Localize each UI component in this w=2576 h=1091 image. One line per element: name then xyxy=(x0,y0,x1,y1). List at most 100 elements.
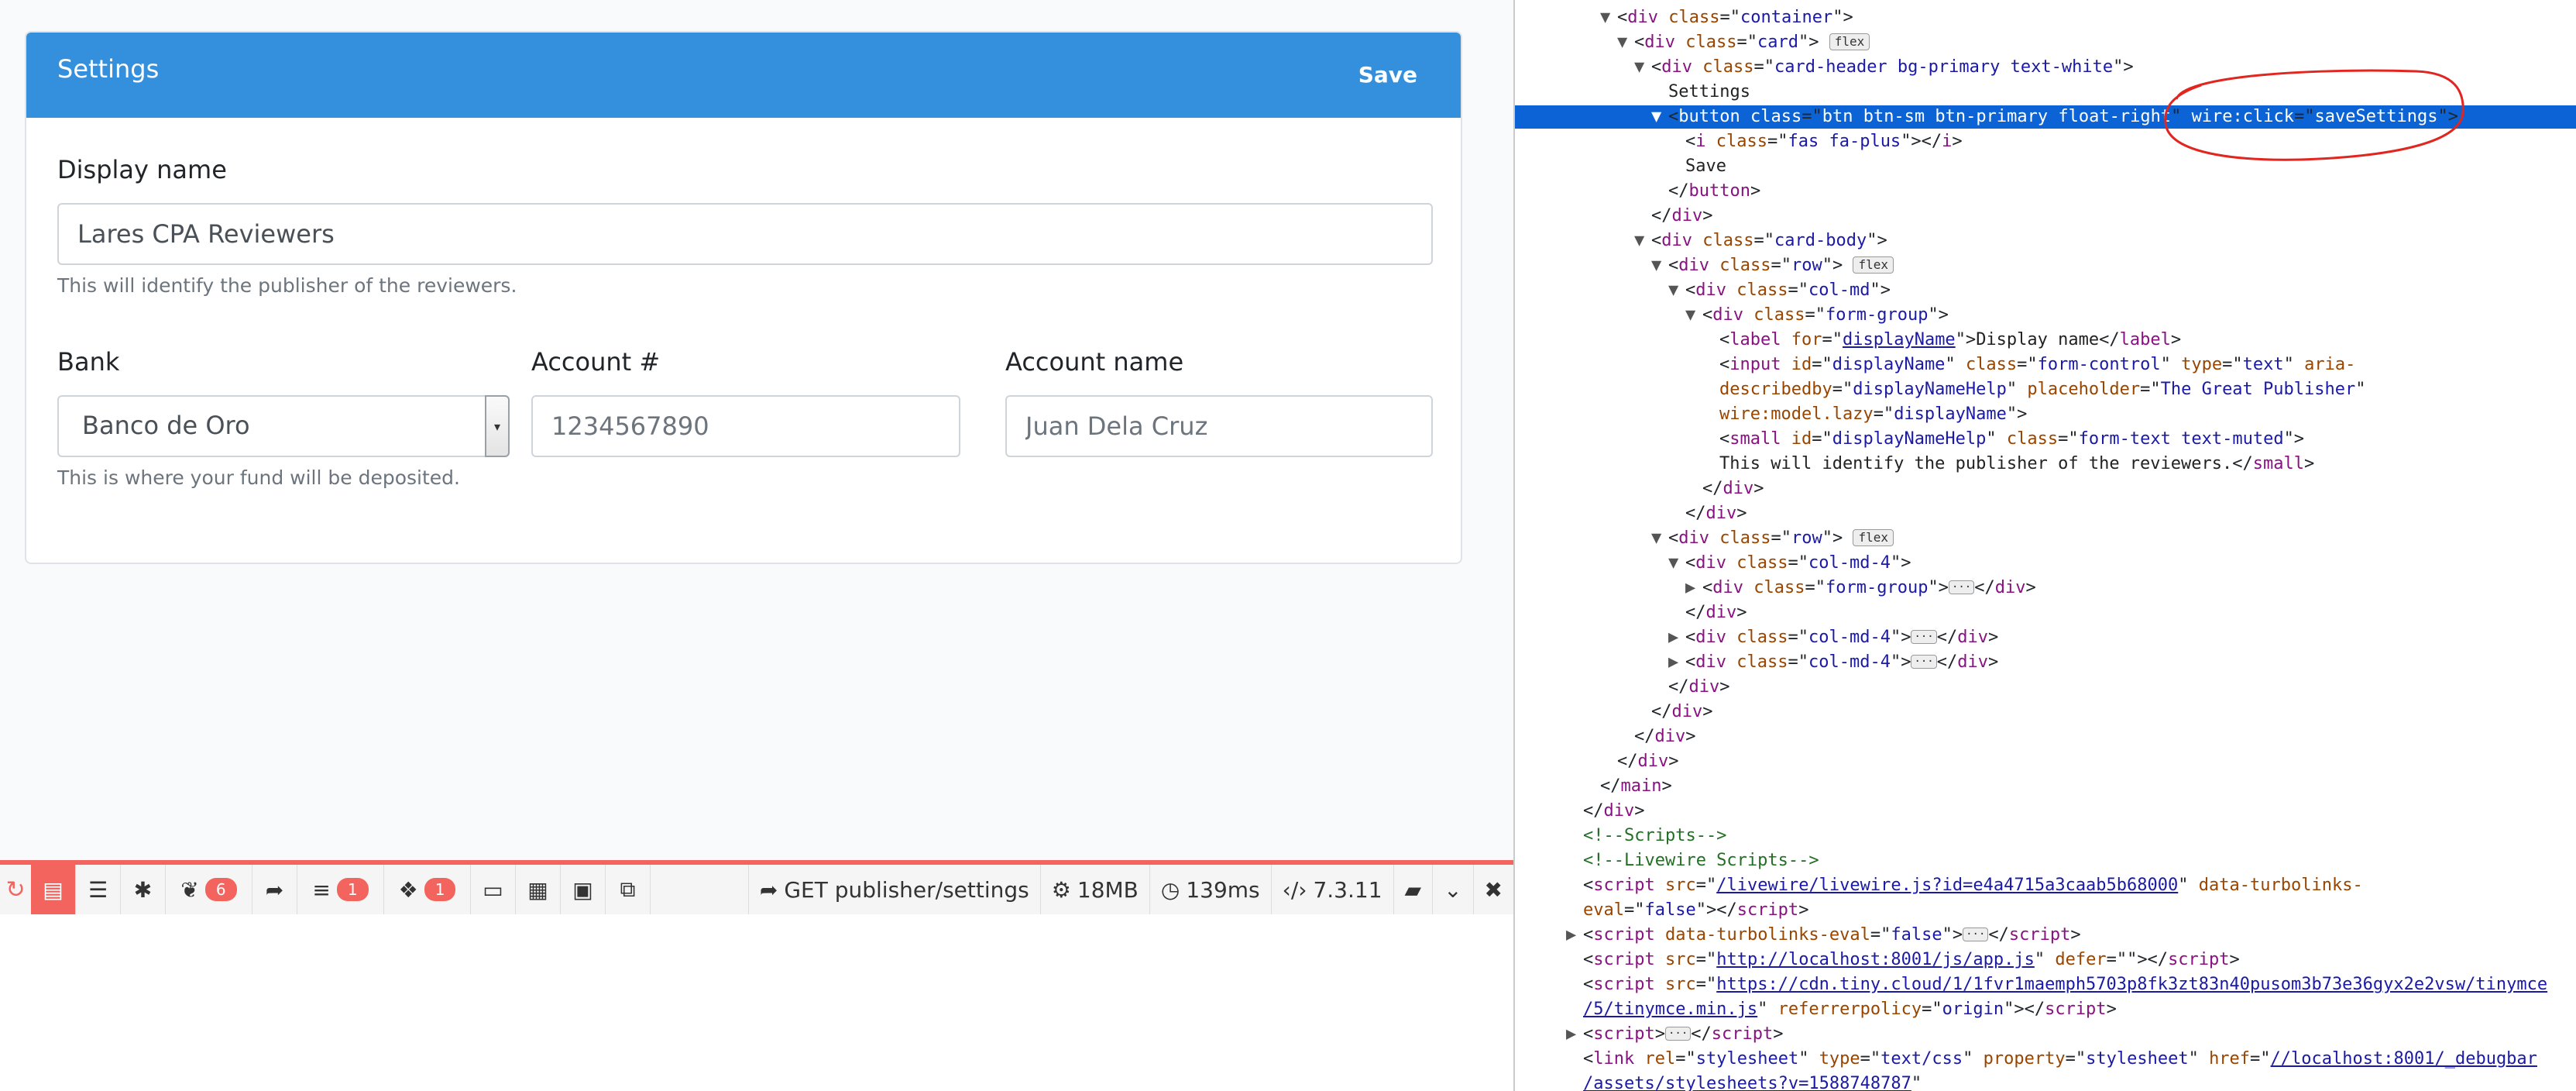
dom-node-line[interactable]: <input id="displayName" class="form-cont… xyxy=(1515,353,2576,377)
dom-node-line[interactable]: <script src="/livewire/livewire.js?id=e4… xyxy=(1515,874,2576,897)
route-tab-icon[interactable]: ➦ xyxy=(252,865,297,914)
dom-node-line[interactable]: Settings xyxy=(1515,81,2576,104)
disclosure-triangle-open-icon[interactable]: ▼ xyxy=(1651,527,1668,550)
dom-node-line[interactable]: ▼ <div class="container"> xyxy=(1515,6,2576,29)
debugbar-panel-area xyxy=(0,914,1513,1091)
dom-node-line[interactable]: </div> xyxy=(1515,502,2576,525)
dom-node-line[interactable]: <!--Scripts--> xyxy=(1515,824,2576,848)
dom-node-line[interactable]: ▼ <div class="card"> flex xyxy=(1515,31,2576,54)
dom-node-line[interactable]: ▼ <div class="card-header bg-primary text… xyxy=(1515,56,2576,79)
account-number-input[interactable] xyxy=(531,395,960,457)
dom-node-markup: </button> xyxy=(1668,181,1761,201)
disclosure-triangle-open-icon[interactable]: ▼ xyxy=(1617,31,1634,54)
card-header: Settings Save xyxy=(26,33,1461,118)
dom-node-line[interactable]: wire:model.lazy="displayName"> xyxy=(1515,403,2576,426)
disclosure-triangle-open-icon[interactable]: ▼ xyxy=(1634,56,1651,79)
dom-node-markup: </div> xyxy=(1651,702,1713,721)
debugbar-logo-icon[interactable]: ↻ xyxy=(0,865,31,914)
dom-node-line[interactable]: Save xyxy=(1515,155,2576,178)
dom-node-line[interactable]: ▶ <script> ··· </script> xyxy=(1515,1023,2576,1046)
models-tab[interactable]: ❖ 1 xyxy=(384,865,471,914)
exceptions-tab-icon[interactable]: ✱ xyxy=(121,865,166,914)
dom-node-line[interactable]: <script src="https://cdn.tiny.cloud/1/1f… xyxy=(1515,973,2576,996)
disclosure-triangle-closed-icon[interactable]: ▶ xyxy=(1668,626,1685,649)
dom-node-line[interactable]: </div> xyxy=(1515,800,2576,823)
dom-node-line[interactable]: </main> xyxy=(1515,775,2576,798)
dom-node-markup: /assets/stylesheets?v=1588748787" xyxy=(1583,1074,1922,1091)
dom-node-line[interactable]: ▶ <div class="col-md-4"> ··· </div> xyxy=(1515,626,2576,649)
display-name-input[interactable] xyxy=(57,203,1433,265)
card-title: Settings xyxy=(57,54,160,84)
dom-node-line[interactable]: </div> xyxy=(1515,205,2576,228)
dom-node-line[interactable]: ▶ <script data-turbolinks-eval="false"> ··… xyxy=(1515,924,2576,947)
dom-node-line[interactable]: ▶ <div class="form-group"> ··· </div> xyxy=(1515,576,2576,600)
dom-node-line[interactable]: </button> xyxy=(1515,180,2576,203)
dom-node-line[interactable]: </div> xyxy=(1515,700,2576,724)
time-info[interactable]: ◷ 139ms xyxy=(1149,865,1271,914)
dom-node-line[interactable]: /assets/stylesheets?v=1588748787" xyxy=(1515,1072,2576,1091)
dom-node-line[interactable]: ▼ <div class="row"> flex xyxy=(1515,527,2576,550)
dom-node-markup: wire:model.lazy="displayName"> xyxy=(1719,404,2028,424)
minimize-chevron-down-icon[interactable]: ⌄ xyxy=(1432,865,1472,914)
disclosure-triangle-closed-icon[interactable]: ▶ xyxy=(1566,1023,1583,1046)
selected-node-line[interactable]: ▼ <button class="btn btn-sm btn-primary f… xyxy=(1515,105,2576,129)
dom-node-line[interactable]: <i class="fas fa-plus"></i> xyxy=(1515,130,2576,153)
views-tab[interactable]: ❦ 6 xyxy=(166,865,252,914)
dom-node-line[interactable]: <small id="displayNameHelp" class="form-… xyxy=(1515,428,2576,451)
mails-tab-icon[interactable]: ▭ xyxy=(471,865,516,914)
dom-node-line[interactable]: </div> xyxy=(1515,477,2576,501)
timeline-tab-icon[interactable]: ☰ xyxy=(76,865,121,914)
close-icon[interactable]: ✖ xyxy=(1472,865,1513,914)
dom-node-line[interactable]: <label for="displayName">Display name</l… xyxy=(1515,329,2576,352)
account-name-input[interactable] xyxy=(1005,395,1433,457)
dropdown-arrow-icon[interactable]: ▾ xyxy=(485,395,510,457)
dom-node-line[interactable]: This will identify the publisher of the … xyxy=(1515,453,2576,476)
disclosure-triangle-open-icon[interactable]: ▼ xyxy=(1634,229,1651,253)
dom-node-markup: </div> xyxy=(1583,801,1645,821)
queries-badge: 1 xyxy=(336,878,369,901)
account-name-label: Account name xyxy=(1005,347,1184,377)
dom-node-line[interactable]: </div> xyxy=(1515,750,2576,773)
bank-select[interactable]: Banco de Oro ▾ xyxy=(57,395,510,457)
dom-node-line[interactable]: </div> xyxy=(1515,676,2576,699)
disclosure-triangle-open-icon[interactable]: ▼ xyxy=(1651,254,1668,277)
open-folder-icon[interactable]: ▰ xyxy=(1393,865,1433,914)
dom-node-line[interactable]: </div> xyxy=(1515,725,2576,749)
queries-tab[interactable]: ≡ 1 xyxy=(297,865,384,914)
dom-node-line[interactable]: </div> xyxy=(1515,601,2576,625)
disclosure-triangle-closed-icon[interactable]: ▶ xyxy=(1668,651,1685,674)
dom-node-line[interactable]: describedby="displayNameHelp" placeholde… xyxy=(1515,378,2576,401)
dom-node-line[interactable]: ▼ <div class="card-body"> xyxy=(1515,229,2576,253)
dom-node-line[interactable]: ▼ <div class="col-md"> xyxy=(1515,279,2576,302)
dom-node-line[interactable]: /5/tinymce.min.js" referrerpolicy="origi… xyxy=(1515,998,2576,1021)
dom-node-line[interactable]: ▼ <div class="form-group"> xyxy=(1515,304,2576,327)
dom-node-line[interactable]: ▼ <div class="row"> flex xyxy=(1515,254,2576,277)
dom-node-line[interactable]: ▶ <div class="col-md-4"> ··· </div> xyxy=(1515,651,2576,674)
disclosure-triangle-open-icon[interactable]: ▼ xyxy=(1685,304,1702,327)
disclosure-triangle-open-icon[interactable]: ▼ xyxy=(1668,552,1685,575)
memory-info[interactable]: ⚙ 18MB xyxy=(1039,865,1149,914)
dom-node-line[interactable]: <!--Livewire Scripts--> xyxy=(1515,849,2576,872)
dom-node-line[interactable]: <script src="http://localhost:8001/js/ap… xyxy=(1515,948,2576,972)
tags-tab-icon[interactable]: ⧉ xyxy=(606,865,651,914)
dom-node-line[interactable]: ▼ <div class="col-md-4"> xyxy=(1515,552,2576,575)
messages-tab-icon[interactable]: ▤ xyxy=(31,865,76,914)
dom-node-line[interactable]: eval="false"></script> xyxy=(1515,899,2576,922)
debugbar: ↻ ▤ ☰ ✱ ❦ 6 ➦ ≡ 1 ❖ 1 ▭ ▦ ▣ ⧉ ➦ GET publ… xyxy=(0,860,1513,914)
disclosure-triangle-open-icon[interactable]: ▼ xyxy=(1668,279,1685,302)
dom-node-markup: /5/tinymce.min.js" referrerpolicy="origi… xyxy=(1583,1000,2117,1019)
disclosure-triangle-closed-icon[interactable]: ▶ xyxy=(1685,576,1702,600)
route-info[interactable]: ➦ GET publisher/settings xyxy=(747,865,1040,914)
session-tab-icon[interactable]: ▣ xyxy=(561,865,606,914)
save-button[interactable]: Save xyxy=(1345,56,1430,95)
disclosure-triangle-open-icon[interactable]: ▼ xyxy=(1600,6,1617,29)
dom-node-markup: <div class="row"> flex xyxy=(1668,256,1894,275)
request-tab-icon[interactable]: ▦ xyxy=(516,865,561,914)
disclosure-triangle-open-icon[interactable]: ▼ xyxy=(1651,105,1668,129)
dom-node-line[interactable]: <link rel="stylesheet" type="text/css" p… xyxy=(1515,1048,2576,1071)
disclosure-triangle-closed-icon[interactable]: ▶ xyxy=(1566,924,1583,947)
